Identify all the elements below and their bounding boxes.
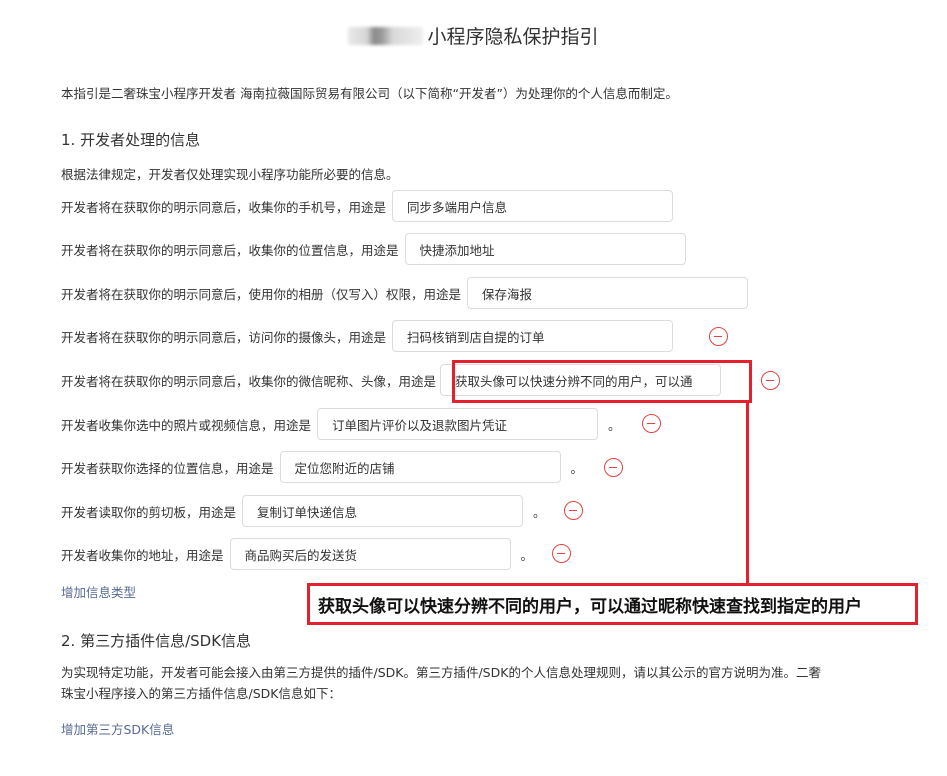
info-row: 开发者获取你选择的位置信息，用途是 定位您附近的店铺 。 xyxy=(61,451,583,483)
purpose-input[interactable]: 定位您附近的店铺 xyxy=(279,451,561,483)
purpose-input[interactable]: 商品购买后的发送货 xyxy=(229,538,511,570)
blurred-app-name xyxy=(348,27,424,45)
page-title-text: 小程序隐私保护指引 xyxy=(427,26,599,48)
section-1-title: 1. 开发者处理的信息 xyxy=(61,131,201,149)
page-title: 小程序隐私保护指引 xyxy=(0,22,947,49)
minus-circle-icon[interactable] xyxy=(642,414,661,433)
purpose-input[interactable]: 快捷添加地址 xyxy=(404,233,686,265)
add-info-type-link[interactable]: 增加信息类型 xyxy=(61,582,136,601)
info-row-label: 开发者读取你的剪切板，用途是 xyxy=(61,504,237,520)
info-row-label: 开发者将在获取你的明示同意后，收集你的位置信息，用途是 xyxy=(61,242,399,258)
minus-circle-icon[interactable] xyxy=(709,327,728,346)
add-sdk-info-link[interactable]: 增加第三方SDK信息 xyxy=(61,719,174,738)
info-row-label: 开发者将在获取你的明示同意后，使用你的相册（仅写入）权限，用途是 xyxy=(61,286,462,302)
info-row: 开发者收集你选中的照片或视频信息，用途是 订单图片评价以及退款图片凭证 。 xyxy=(61,408,621,440)
minus-circle-icon[interactable] xyxy=(552,544,571,563)
info-row: 开发者收集你的地址，用途是 商品购买后的发送货 。 xyxy=(61,538,533,570)
section-1-desc: 根据法律规定，开发者仅处理实现小程序功能所必要的信息。 xyxy=(61,167,399,182)
purpose-input[interactable]: 保存海报 xyxy=(467,277,749,309)
info-row-label: 开发者将在获取你的明示同意后，收集你的手机号，用途是 xyxy=(61,199,387,215)
intro-text: 本指引是二奢珠宝小程序开发者 海南拉薇国际贸易有限公司（以下简称“开发者”）为处… xyxy=(61,86,678,101)
info-row: 开发者将在获取你的明示同意后，收集你的位置信息，用途是 快捷添加地址 xyxy=(61,233,686,265)
highlight-connector xyxy=(746,402,749,583)
section-2-title: 2. 第三方插件信息/SDK信息 xyxy=(61,632,252,650)
info-row: 开发者将在获取你的明示同意后，访问你的摄像头，用途是 扫码核销到店自提的订单 xyxy=(61,320,674,352)
info-row: 开发者将在获取你的明示同意后，使用你的相册（仅写入）权限，用途是 保存海报 xyxy=(61,277,749,309)
purpose-input[interactable]: 复制订单快递信息 xyxy=(242,495,524,527)
minus-circle-icon[interactable] xyxy=(564,501,583,520)
minus-circle-icon[interactable] xyxy=(604,458,623,477)
purpose-input[interactable]: 同步多端用户信息 xyxy=(392,190,674,222)
purpose-input[interactable]: 扫码核销到店自提的订单 xyxy=(392,320,674,352)
info-row-label: 开发者收集你的地址，用途是 xyxy=(61,547,224,563)
info-row-label: 开发者获取你选择的位置信息，用途是 xyxy=(61,460,274,476)
row-suffix: 。 xyxy=(608,417,621,433)
info-row-label: 开发者将在获取你的明示同意后，访问你的摄像头，用途是 xyxy=(61,329,387,345)
info-row-label: 开发者将在获取你的明示同意后，收集你的微信昵称、头像，用途是 xyxy=(61,373,437,389)
row-suffix: 。 xyxy=(533,504,546,520)
minus-circle-icon[interactable] xyxy=(761,371,780,390)
purpose-input[interactable]: 订单图片评价以及退款图片凭证 xyxy=(317,408,599,440)
row-suffix: 。 xyxy=(570,460,584,476)
info-row-label: 开发者收集你选中的照片或视频信息，用途是 xyxy=(61,417,312,433)
annotation-callout: 获取头像可以快速分辨不同的用户，可以通过昵称快速查找到指定的用户 xyxy=(307,583,918,625)
info-row: 开发者读取你的剪切板，用途是 复制订单快递信息 。 xyxy=(61,495,546,527)
row-suffix: 。 xyxy=(520,547,534,563)
info-row: 开发者将在获取你的明示同意后，收集你的手机号，用途是 同步多端用户信息 xyxy=(61,190,674,222)
highlight-box xyxy=(452,360,752,403)
section-2-desc: 为实现特定功能，开发者可能会接入由第三方提供的插件/SDK。第三方插件/SDK的… xyxy=(61,665,821,701)
